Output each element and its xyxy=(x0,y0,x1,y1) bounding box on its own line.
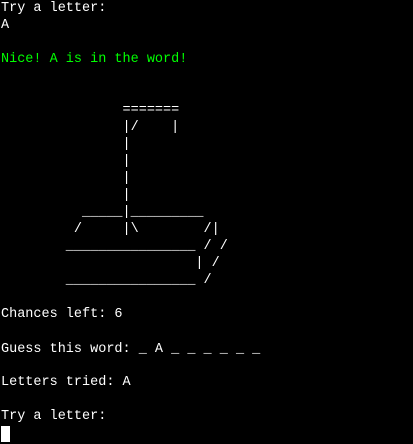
guess-word-text: Guess this word: _ A _ _ _ _ _ _ xyxy=(1,342,261,357)
success-message: Nice! A is in the word! xyxy=(1,52,188,67)
terminal-window[interactable]: Try a letter: A Nice! A is in the word! … xyxy=(0,0,413,444)
text-cursor[interactable] xyxy=(1,426,10,442)
letters-tried-text: Letters tried: A xyxy=(1,375,131,390)
input-echo: A xyxy=(1,18,10,33)
prompt-line: Try a letter: xyxy=(1,1,107,16)
hangman-gallows-art: ======= |/ | | | | | _____|_________ / |… xyxy=(65,103,228,288)
prompt-line-2: Try a letter: xyxy=(1,409,107,424)
chances-left-text: Chances left: 6 xyxy=(1,307,123,322)
